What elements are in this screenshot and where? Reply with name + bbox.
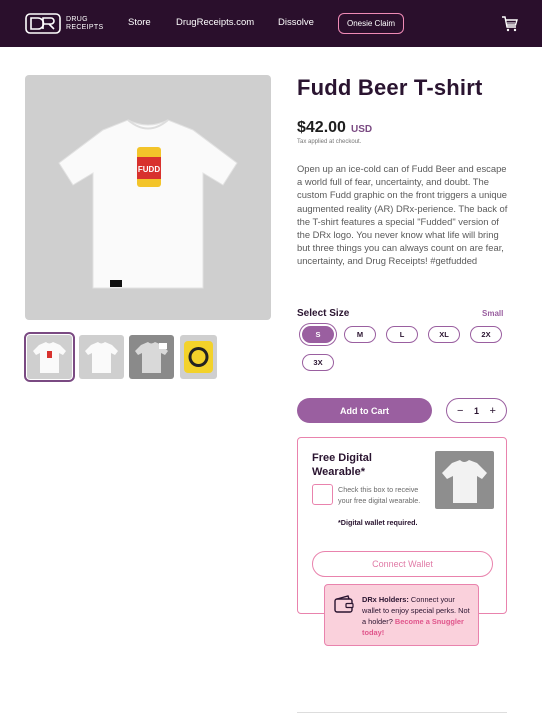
logo-text: DRUG RECEIPTS [66,16,103,32]
size-option-s[interactable]: S [302,326,334,343]
holders-text: DRx Holders: Connect your wallet to enjo… [362,594,474,638]
minus-icon[interactable]: − [457,405,463,417]
cart-icon[interactable] [501,15,518,32]
nav-store[interactable]: Store [128,17,151,28]
price-currency: USD [351,124,373,135]
video-thumb-icon [135,342,168,373]
logo-line-2: RECEIPTS [66,23,104,31]
size-option-2x[interactable]: 2X [470,326,502,343]
thumbnail-front[interactable] [24,332,75,382]
tshirt-front-image: FUDD [58,119,238,289]
divider [297,712,507,713]
nav-dissolve[interactable]: Dissolve [278,17,314,28]
wearable-image [435,451,494,509]
thumbnail-fudd-logo[interactable] [180,335,217,379]
plus-icon[interactable]: + [490,405,496,417]
quantity-value: 1 [473,405,479,416]
logo-line-1: DRUG [66,15,88,23]
drug-receipts-logo[interactable]: DRUG RECEIPTS [25,13,103,34]
tshirt-front-thumb-icon [33,342,66,373]
holders-bold: DRx Holders: [362,595,409,604]
selected-size-name: Small [482,309,504,318]
connect-wallet-button[interactable]: Connect Wallet [312,551,493,577]
product-description: Open up an ice-cold can of Fudd Beer and… [297,163,508,267]
can-label: FUDD [138,165,160,174]
thumbnail-video[interactable] [129,335,174,379]
holders-info-tooltip: DRx Holders: Connect your wallet to enjo… [324,584,479,646]
fudd-logo-thumb-icon [184,341,213,373]
top-nav-bar: DRUG RECEIPTS Store DrugReceipts.com Dis… [0,0,542,47]
quantity-stepper: − 1 + [446,398,507,423]
size-option-3x[interactable]: 3X [302,354,334,371]
wearable-title: Free Digital Wearable* [312,452,372,478]
thumbnail-back[interactable] [79,335,124,379]
size-option-m[interactable]: M [344,326,376,343]
wearable-tshirt-icon [442,460,487,503]
tshirt-back-thumb-icon [85,342,118,373]
wearable-check-text: Check this box to receive your free digi… [338,485,421,505]
wallet-icon [334,595,354,613]
size-option-l[interactable]: L [386,326,418,343]
nav-drugreceipts[interactable]: DrugReceipts.com [176,17,254,28]
select-size-label: Select Size [297,308,350,319]
add-to-cart-button[interactable]: Add to Cart [297,398,432,423]
product-price: $42.00 [297,119,346,136]
product-main-image[interactable]: FUDD [25,75,271,320]
wearable-checkbox[interactable] [312,484,333,505]
onesie-claim-button[interactable]: Onesie Claim [338,13,404,34]
size-option-xl[interactable]: XL [428,326,460,343]
tax-note: Tax applied at checkout. [297,139,362,145]
product-title: Fudd Beer T-shirt [297,75,483,100]
drx-logo-icon [25,13,61,34]
wallet-required-note: *Digital wallet required. [338,518,418,527]
